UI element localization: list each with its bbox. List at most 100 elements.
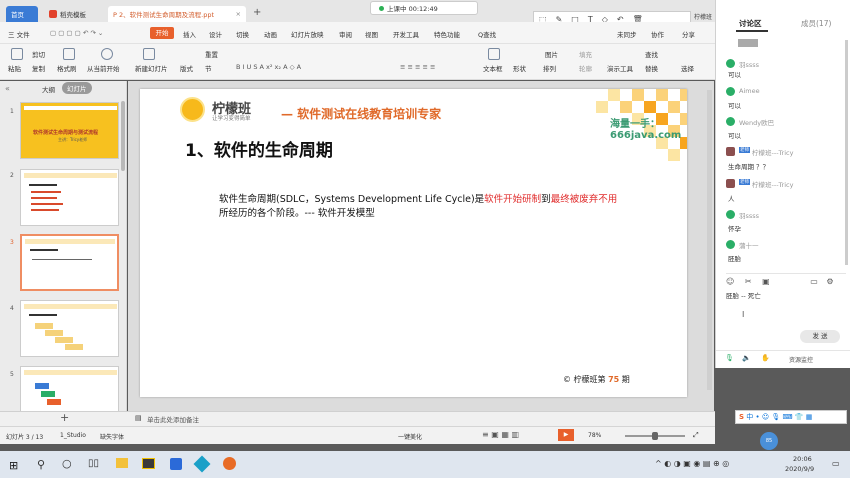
- reset-button[interactable]: 重置: [205, 49, 218, 59]
- image-icon[interactable]: ▣: [762, 277, 770, 286]
- menu-insert[interactable]: 插入: [183, 29, 196, 39]
- missing-font[interactable]: 缺失字体: [100, 432, 124, 441]
- windows-start-icon[interactable]: ⊞: [9, 459, 18, 472]
- replace-button[interactable]: 替换: [645, 63, 658, 73]
- textbox-icon[interactable]: [488, 48, 500, 60]
- resource-monitor[interactable]: 资源监控: [789, 355, 813, 364]
- user-label[interactable]: 柠檬班: [694, 12, 712, 21]
- font-style-buttons[interactable]: B I U S A x² x₂ A ◇ A: [236, 63, 301, 71]
- message-icon[interactable]: ▭: [810, 277, 818, 286]
- copy-button[interactable]: 复制: [32, 63, 45, 73]
- add-tab-icon[interactable]: +: [253, 7, 261, 18]
- tab-document[interactable]: P 2、软件测试生命周期及流程.ppt ×: [108, 6, 246, 22]
- paste-icon[interactable]: [11, 48, 23, 60]
- wps-writer-icon[interactable]: [170, 458, 182, 470]
- send-button[interactable]: 发 送: [800, 330, 840, 343]
- settings-icon[interactable]: ⚙: [826, 277, 833, 286]
- slide-body[interactable]: 软件生命周期(SDLC，Systems Development Life Cyc…: [219, 193, 617, 221]
- slide-heading[interactable]: 1、软件的生命周期: [185, 136, 333, 161]
- firefox-icon[interactable]: [223, 457, 236, 470]
- menu-view[interactable]: 视图: [365, 29, 378, 39]
- beautify-button[interactable]: 一键美化: [398, 432, 422, 441]
- ime-toolbar[interactable]: S 中 • ☺ 🎙 ⌨ 👕 ▦: [735, 410, 847, 424]
- slide-thumbnail-4[interactable]: [20, 300, 119, 357]
- menu-sync[interactable]: 未同步: [617, 29, 637, 39]
- chat-scrollbar[interactable]: [845, 40, 848, 265]
- menu-search[interactable]: Q查找: [478, 29, 496, 39]
- speaker-icon[interactable]: 🔈: [742, 354, 751, 362]
- live-status-pill[interactable]: 上课中 00:12:49: [370, 1, 478, 15]
- slide-thumbnail-2[interactable]: [20, 169, 119, 226]
- menu-transition[interactable]: 切换: [236, 29, 249, 39]
- thumbnail-scrollbar[interactable]: [121, 101, 125, 171]
- notes-area[interactable]: ▤ 单击此处添加备注: [128, 411, 714, 426]
- slide-thumbnail-3-selected[interactable]: [20, 234, 119, 291]
- cut-button[interactable]: 剪切: [32, 49, 45, 59]
- tab-templates[interactable]: 稻壳模板: [44, 6, 104, 22]
- add-slide-button[interactable]: +: [60, 411, 69, 424]
- thumb-line: [31, 203, 63, 205]
- view-buttons[interactable]: ≡ ▣ ▦ ▥: [482, 430, 519, 439]
- file-explorer-icon[interactable]: [116, 458, 128, 468]
- menu-features[interactable]: 特色功能: [434, 29, 460, 39]
- emoji-icon[interactable]: ☺: [726, 277, 734, 286]
- mic-icon[interactable]: 🎙: [725, 354, 734, 362]
- tab-members[interactable]: 成员(17): [801, 18, 831, 29]
- align-buttons[interactable]: ≡ ≡ ≡ ≡ ≡: [400, 63, 436, 71]
- find-button[interactable]: 查找: [645, 49, 658, 59]
- present-tools-button[interactable]: 演示工具: [607, 63, 633, 73]
- menu-devtools[interactable]: 开发工具: [393, 29, 419, 39]
- outline-button[interactable]: 轮廓: [579, 63, 592, 73]
- menu-slideshow[interactable]: 幻灯片放映: [291, 29, 324, 39]
- paste-button[interactable]: 粘贴: [8, 63, 21, 73]
- tab-home[interactable]: 首页: [6, 6, 38, 22]
- arrange-button[interactable]: 排列: [543, 63, 556, 73]
- image-button[interactable]: 图片: [545, 49, 558, 59]
- cortana-icon[interactable]: ○: [62, 457, 72, 470]
- shape-button[interactable]: 形状: [513, 63, 526, 73]
- menu-file[interactable]: 三 文件: [8, 29, 30, 39]
- zoom-slider[interactable]: [625, 432, 685, 440]
- zoom-level[interactable]: 78%: [588, 432, 601, 439]
- slide-thumbnail-1[interactable]: 软件测试生命周期与测试流程 主讲：Tricy老师: [20, 102, 119, 159]
- tab-slides[interactable]: 幻灯片: [62, 82, 92, 94]
- current-slide[interactable]: 柠檬班 让学习变得简单 — 软件测试在线教育培训专家 海量一手：666java.…: [140, 89, 687, 397]
- menu-design[interactable]: 设计: [209, 29, 222, 39]
- scissors-icon[interactable]: ✂: [745, 277, 752, 286]
- theme-name: 1_Studio: [60, 432, 86, 439]
- app-icon[interactable]: [142, 458, 155, 469]
- fit-window-icon[interactable]: ⤢: [693, 431, 699, 440]
- menu-share[interactable]: 分享: [682, 29, 695, 39]
- play-icon[interactable]: [101, 48, 113, 60]
- textbox-button[interactable]: 文本框: [483, 63, 503, 73]
- floating-bubble-icon[interactable]: 85: [760, 432, 778, 450]
- notification-icon[interactable]: ▭: [832, 459, 840, 468]
- hand-icon[interactable]: ✋: [761, 354, 770, 362]
- canvas-scrollbar[interactable]: [707, 90, 712, 390]
- format-painter-button[interactable]: 格式刷: [57, 63, 77, 73]
- layout-button[interactable]: 版式: [180, 63, 193, 73]
- tab-outline[interactable]: 大纲: [42, 84, 55, 94]
- menu-collab[interactable]: 协作: [651, 29, 664, 39]
- play-slideshow-button[interactable]: ▶: [558, 429, 574, 441]
- section-button[interactable]: 节: [205, 63, 212, 73]
- search-icon[interactable]: ⚲: [37, 458, 45, 471]
- task-view-icon[interactable]: ▯▯: [88, 458, 99, 469]
- menu-review[interactable]: 审阅: [339, 29, 352, 39]
- new-slide-icon[interactable]: [143, 48, 155, 60]
- collapse-pane-icon[interactable]: «: [5, 84, 10, 93]
- fill-button[interactable]: 填充: [579, 49, 592, 59]
- format-painter-icon[interactable]: [63, 48, 75, 60]
- menu-animation[interactable]: 动画: [264, 29, 277, 39]
- new-slide-button[interactable]: 新建幻灯片: [135, 63, 168, 73]
- tab-chat[interactable]: 讨论区: [739, 18, 762, 29]
- app-icon[interactable]: [193, 455, 211, 473]
- zoom-slider-thumb[interactable]: [652, 432, 658, 440]
- notes-placeholder[interactable]: 单击此处添加备注: [147, 414, 199, 424]
- slide-thumbnail-5[interactable]: [20, 366, 119, 411]
- select-button[interactable]: 选择: [681, 63, 694, 73]
- quick-access-icons[interactable]: ▢ ▢ ▢ ▢ ↶ ↷ ⌄: [50, 29, 103, 37]
- from-current-button[interactable]: 从当前开始: [87, 63, 120, 73]
- menu-start[interactable]: 开始: [150, 27, 174, 39]
- close-icon[interactable]: ×: [236, 10, 241, 18]
